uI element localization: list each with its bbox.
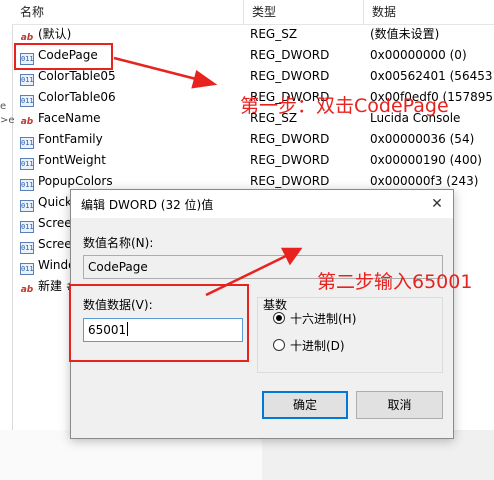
annotation-arrows bbox=[113, 56, 303, 297]
arrow-step1-line bbox=[113, 56, 201, 82]
arrow-step2-head bbox=[280, 247, 303, 266]
arrow-step2-line bbox=[205, 253, 289, 297]
arrow-step1-head bbox=[191, 69, 218, 89]
